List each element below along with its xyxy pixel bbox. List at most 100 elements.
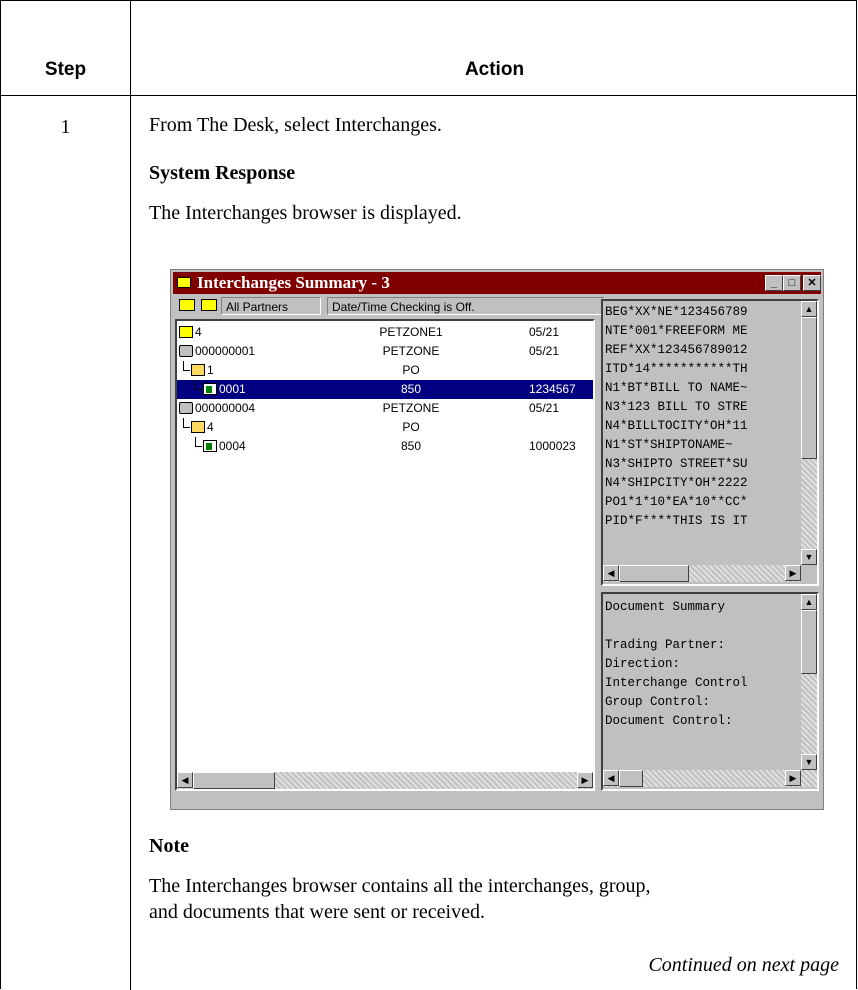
partners-filter[interactable]: All Partners	[221, 297, 321, 315]
tree-id: 000000004	[195, 401, 256, 415]
printer-icon	[179, 402, 193, 414]
tree-partner: PETZONE	[382, 344, 440, 358]
folder-icon	[191, 364, 205, 376]
document-summary-pane[interactable]: Document Summary Trading Partner: Directio…	[601, 592, 819, 791]
scroll-thumb[interactable]	[193, 772, 275, 789]
header-step: Step	[44, 59, 87, 80]
edi-segment-line: PID*F****THIS IS IT	[605, 514, 748, 528]
tree-id: 0001	[219, 382, 246, 396]
scroll-left-button[interactable]: ◀	[177, 772, 193, 788]
toolbar: All Partners Date/Time Checking is Off.	[173, 296, 605, 316]
tree-row[interactable]: 000000001 PETZONE 05/21	[177, 342, 593, 361]
tree-row[interactable]: 4 PO	[177, 418, 593, 437]
tree-id: 0004	[219, 439, 246, 453]
tree-partner: 850	[400, 439, 422, 453]
folder-icon	[191, 421, 205, 433]
tree-row[interactable]: 1 PO	[177, 361, 593, 380]
maximize-button[interactable]: □	[783, 275, 801, 291]
tree-value: 1000023	[529, 439, 576, 453]
scroll-left-button[interactable]: ◀	[603, 770, 619, 786]
envelope-icon	[177, 277, 191, 288]
note-line-1: The Interchanges browser contains all th…	[149, 875, 651, 897]
printer-icon	[179, 345, 193, 357]
note-line-2: and documents that were sent or received…	[149, 901, 485, 923]
tree-partner: PETZONE	[382, 401, 440, 415]
edi-segment-line: N3*SHIPTO STREET*SU	[605, 457, 748, 471]
edi-segment-line: REF*XX*123456789012	[605, 343, 748, 357]
tree-id: 4	[195, 325, 202, 339]
summary-line: Group Control:	[605, 695, 711, 709]
scroll-up-button[interactable]: ▲	[801, 301, 817, 317]
scroll-down-button[interactable]: ▼	[801, 549, 817, 565]
tree-connector	[195, 380, 202, 390]
summary-line	[605, 617, 748, 636]
scroll-down-button[interactable]: ▼	[801, 754, 817, 770]
datetime-status: Date/Time Checking is Off.	[327, 297, 605, 315]
summary-horizontal-scrollbar[interactable]: ◀ ▶	[603, 770, 817, 787]
scroll-up-button[interactable]: ▲	[801, 594, 817, 610]
close-button[interactable]: ✕	[803, 275, 821, 291]
tree-row[interactable]: 0004 850 1000023	[177, 437, 593, 456]
edi-segment-line: N1*ST*SHIPTONAME~	[605, 438, 733, 452]
step-action-table: Step Action 1 From The Desk, select Inte…	[0, 0, 857, 990]
edi-segment-line: N3*123 BILL TO STRE	[605, 400, 748, 414]
instruction-text: From The Desk, select Interchanges.	[149, 114, 442, 136]
tree-id: 000000001	[195, 344, 256, 358]
scroll-thumb[interactable]	[801, 610, 817, 674]
edi-segment-line: PO1*1*10*EA*10**CC*	[605, 495, 748, 509]
step-number: 1	[60, 116, 71, 138]
tree-id: 4	[207, 420, 214, 434]
interchanges-window: Interchanges Summary - 3 _ □ ✕ All Partn…	[170, 269, 824, 810]
tree-connector	[183, 361, 190, 371]
segment-vertical-scrollbar[interactable]: ▲ ▼	[801, 301, 817, 565]
window-title: Interchanges Summary - 3	[197, 273, 390, 292]
header-action: Action	[464, 59, 525, 80]
edi-segment-line: ITD*14***********TH	[605, 362, 748, 376]
scroll-thumb[interactable]	[619, 770, 643, 787]
tree-value: 1234567	[529, 382, 576, 396]
scroll-thumb[interactable]	[801, 317, 817, 459]
tree-row[interactable]: 4 PETZONE1 05/21	[177, 323, 593, 342]
summary-vertical-scrollbar[interactable]: ▲ ▼	[801, 594, 817, 770]
segment-viewer-pane[interactable]: BEG*XX*NE*123456789 NTE*001*FREEFORM ME RE…	[601, 299, 819, 586]
tree-row[interactable]: 0001 850 1234567	[177, 380, 593, 399]
scroll-right-button[interactable]: ▶	[785, 565, 801, 581]
tree-partner: PETZONE1	[379, 325, 443, 339]
tree-value: 05/21	[529, 325, 560, 339]
envelope-icon	[179, 326, 193, 338]
tree-value: 05/21	[529, 344, 560, 358]
edi-segment-line: BEG*XX*NE*123456789	[605, 305, 748, 319]
tree-value: 05/21	[529, 401, 560, 415]
interchange-tree-pane[interactable]: 4 PETZONE1 05/21 000000001 PETZONE 05/21 1 PO 00…	[175, 319, 595, 791]
tree-horizontal-scrollbar[interactable]: ◀ ▶	[177, 772, 593, 789]
summary-line: Document Control:	[605, 714, 733, 728]
summary-line: Trading Partner:	[605, 638, 726, 652]
edi-segment-line: N1*BT*BILL TO NAME~	[605, 381, 748, 395]
tree-partner: PO	[402, 420, 420, 434]
edi-segment-line: NTE*001*FREEFORM ME	[605, 324, 748, 338]
summary-line: Direction:	[605, 657, 681, 671]
system-response-text: The Interchanges browser is displayed.	[149, 202, 462, 224]
summary-line: Interchange Control	[605, 676, 748, 690]
continued-note: Continued on next page	[648, 954, 839, 976]
system-response-heading: System Response	[149, 162, 296, 184]
tree-row[interactable]: 000000004 PETZONE 05/21	[177, 399, 593, 418]
envelope-in-icon[interactable]	[201, 299, 217, 311]
minimize-button[interactable]: _	[765, 275, 783, 291]
edi-segment-line: N4*BILLTOCITY*OH*11	[605, 419, 748, 433]
tree-connector	[183, 418, 190, 428]
tree-connector	[195, 437, 202, 447]
tree-partner: PO	[402, 363, 420, 377]
envelope-out-icon[interactable]	[179, 299, 195, 311]
segment-horizontal-scrollbar[interactable]: ◀ ▶	[603, 565, 801, 582]
document-icon	[203, 440, 217, 452]
document-icon	[203, 383, 217, 395]
scroll-right-button[interactable]: ▶	[785, 770, 801, 786]
tree-id: 1	[207, 363, 214, 377]
scroll-left-button[interactable]: ◀	[603, 565, 619, 581]
note-heading: Note	[149, 835, 189, 857]
column-divider	[130, 1, 131, 990]
window-titlebar: Interchanges Summary - 3 _ □ ✕	[173, 272, 821, 294]
scroll-thumb[interactable]	[619, 565, 689, 582]
scroll-right-button[interactable]: ▶	[577, 772, 593, 788]
